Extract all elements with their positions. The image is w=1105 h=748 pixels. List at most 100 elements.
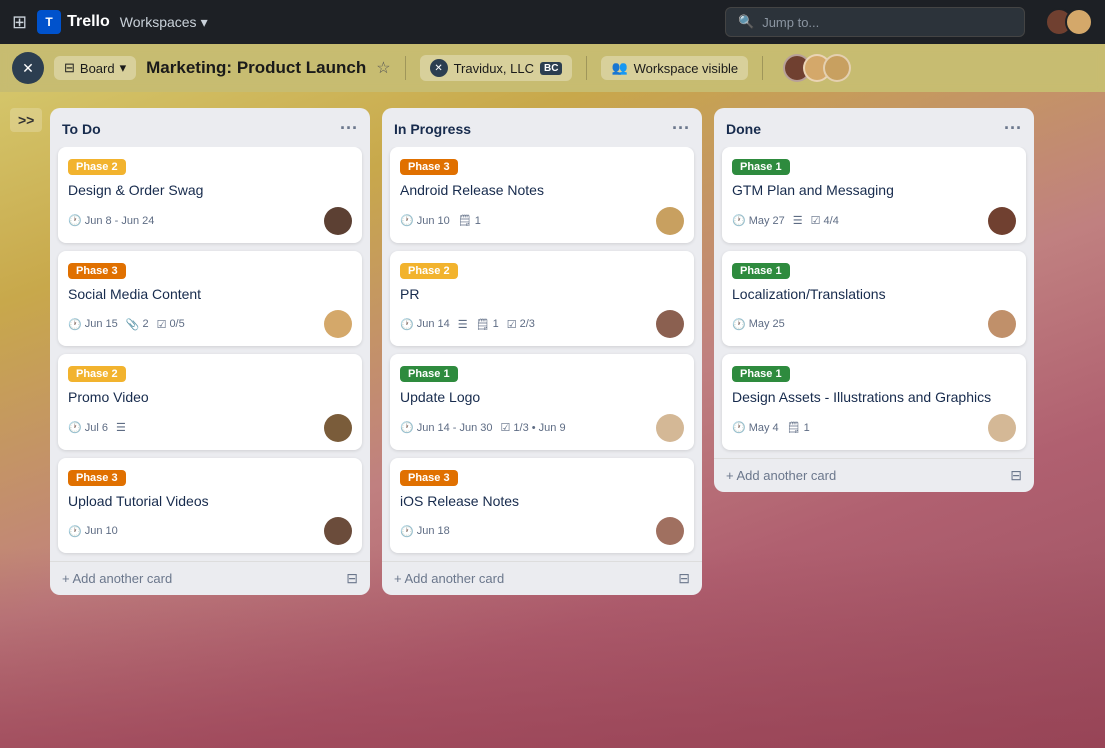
- grid-icon[interactable]: ⊞: [12, 12, 27, 33]
- card-avatar-todo-1[interactable]: [324, 310, 352, 338]
- card-title-todo-3: Upload Tutorial Videos: [68, 492, 352, 512]
- card-title-in-progress-2: Update Logo: [400, 388, 684, 408]
- meta-item-in-progress-1-2: 🗒1: [476, 318, 499, 331]
- add-card-button-in-progress[interactable]: + Add another card: [394, 571, 504, 586]
- card-meta-todo-3: 🕐Jun 10: [68, 525, 118, 538]
- meta-icon: 🕐: [68, 214, 82, 227]
- column-header-done: Done···: [714, 108, 1034, 147]
- column-menu-done[interactable]: ···: [1004, 118, 1022, 139]
- meta-icon: 🕐: [732, 318, 746, 331]
- card-avatar-done-0[interactable]: [988, 207, 1016, 235]
- column-body-todo: Phase 2 Design & Order Swag 🕐Jun 8 - Jun 2…: [50, 147, 370, 561]
- add-card-button-done[interactable]: + Add another card: [726, 468, 836, 483]
- search-bar[interactable]: 🔍 Jump to...: [725, 7, 1025, 37]
- meta-item-done-2-1: 🗒1: [787, 421, 810, 434]
- card-todo-3[interactable]: Phase 3Upload Tutorial Videos🕐Jun 10: [58, 458, 362, 554]
- meta-item-in-progress-1-1: ☰: [458, 318, 468, 331]
- add-card-button-todo[interactable]: + Add another card: [62, 571, 172, 586]
- trello-logo[interactable]: T Trello: [37, 10, 110, 34]
- meta-text: Jun 14: [417, 318, 450, 330]
- meta-text: 1: [804, 422, 810, 434]
- card-bottom-todo-1: 🕐Jun 15📎2☑0/5: [68, 310, 352, 338]
- meta-icon: 🕐: [68, 525, 82, 538]
- card-avatar-in-progress-3[interactable]: [656, 517, 684, 545]
- card-todo-0[interactable]: Phase 2Design & Order Swag🕐Jun 8 - Jun 2…: [58, 147, 362, 243]
- meta-icon: 🕐: [400, 318, 414, 331]
- card-avatar-todo-3[interactable]: [324, 517, 352, 545]
- meta-icon: 🕐: [732, 421, 746, 434]
- card-todo-2[interactable]: Phase 2Promo Video🕐Jul 6☰: [58, 354, 362, 450]
- top-nav: ⊞ T Trello Workspaces ▾ 🔍 Jump to...: [0, 0, 1105, 44]
- card-avatar-in-progress-0[interactable]: [656, 207, 684, 235]
- column-done: Done···Phase 1GTM Plan and Messaging🕐May…: [714, 108, 1034, 492]
- card-avatar-in-progress-1[interactable]: [656, 310, 684, 338]
- meta-icon: 🕐: [400, 214, 414, 227]
- visibility-label: Workspace visible: [634, 61, 739, 76]
- meta-icon: ☑: [811, 214, 821, 227]
- visibility-icon: 👥: [611, 60, 627, 76]
- nav-right: [1045, 8, 1093, 36]
- card-bottom-in-progress-3: 🕐Jun 18: [400, 517, 684, 545]
- board-canvas: To Do ··· Phase 2 Design & Order Swag 🕐Jun 8…: [0, 92, 1105, 748]
- card-title-todo-0: Design & Order Swag: [68, 181, 352, 201]
- card-badge-done-0: Phase 1: [732, 159, 790, 175]
- meta-text: Jul 6: [85, 422, 108, 434]
- card-title-done-0: GTM Plan and Messaging: [732, 181, 1016, 201]
- column-menu-todo[interactable]: ···: [340, 118, 358, 139]
- card-title-in-progress-0: Android Release Notes: [400, 181, 684, 201]
- view-switcher[interactable]: ⊟ Board ▾: [54, 56, 136, 80]
- card-in-progress-1[interactable]: Phase 2PR🕐Jun 14☰🗒1☑2/3: [390, 251, 694, 347]
- card-badge-todo-2: Phase 2: [68, 366, 126, 382]
- template-icon-done[interactable]: ⊟: [1010, 467, 1022, 484]
- column-menu-in-progress[interactable]: ···: [672, 118, 690, 139]
- card-bottom-todo-0: 🕐Jun 8 - Jun 24: [68, 207, 352, 235]
- meta-item-done-0-2: ☑4/4: [811, 214, 839, 227]
- card-in-progress-2[interactable]: Phase 1Update Logo🕐Jun 14 - Jun 30☑1/3 •…: [390, 354, 694, 450]
- card-done-0[interactable]: Phase 1GTM Plan and Messaging🕐May 27☰☑4/…: [722, 147, 1026, 243]
- meta-text: May 4: [749, 422, 779, 434]
- member-avatar-3[interactable]: [823, 54, 851, 82]
- column-in-progress: In Progress···Phase 3Android Release Not…: [382, 108, 702, 595]
- card-meta-done-0: 🕐May 27☰☑4/4: [732, 214, 839, 227]
- back-button[interactable]: ✕: [12, 52, 44, 84]
- card-avatar-todo-0[interactable]: [324, 207, 352, 235]
- meta-text: Jun 18: [417, 525, 450, 537]
- column-footer-todo[interactable]: + Add another card ⊟: [50, 561, 370, 595]
- meta-item-todo-1-1: 📎2: [126, 318, 149, 331]
- card-bottom-done-1: 🕐May 25: [732, 310, 1016, 338]
- visibility-button[interactable]: 👥 Workspace visible: [601, 56, 748, 80]
- card-avatar-todo-2[interactable]: [324, 414, 352, 442]
- card-todo-1[interactable]: Phase 3Social Media Content🕐Jun 15📎2☑0/5: [58, 251, 362, 347]
- column-footer-done[interactable]: + Add another card ⊟: [714, 458, 1034, 492]
- card-done-2[interactable]: Phase 1Design Assets - Illustrations and…: [722, 354, 1026, 450]
- card-done-1[interactable]: Phase 1Localization/Translations🕐May 25: [722, 251, 1026, 347]
- template-icon-in-progress[interactable]: ⊟: [678, 570, 690, 587]
- star-icon[interactable]: ☆: [376, 58, 390, 78]
- meta-item-in-progress-3-0: 🕐Jun 18: [400, 525, 450, 538]
- meta-item-done-2-0: 🕐May 4: [732, 421, 779, 434]
- card-meta-done-1: 🕐May 25: [732, 318, 785, 331]
- card-meta-in-progress-2: 🕐Jun 14 - Jun 30☑1/3 • Jun 9: [400, 421, 566, 434]
- template-icon-todo[interactable]: ⊟: [346, 570, 358, 587]
- column-title-todo: To Do: [62, 121, 101, 137]
- card-in-progress-0[interactable]: Phase 3Android Release Notes🕐Jun 10🗒1: [390, 147, 694, 243]
- meta-text: Jun 14 - Jun 30: [417, 422, 493, 434]
- card-in-progress-3[interactable]: Phase 3iOS Release Notes🕐Jun 18: [390, 458, 694, 554]
- card-avatar-in-progress-2[interactable]: [656, 414, 684, 442]
- meta-item-todo-1-2: ☑0/5: [157, 318, 185, 331]
- card-meta-in-progress-3: 🕐Jun 18: [400, 525, 450, 538]
- workspaces-label: Workspaces: [120, 14, 197, 30]
- card-avatar-done-2[interactable]: [988, 414, 1016, 442]
- card-bottom-todo-3: 🕐Jun 10: [68, 517, 352, 545]
- workspaces-menu[interactable]: Workspaces ▾: [120, 14, 208, 31]
- card-avatar-done-1[interactable]: [988, 310, 1016, 338]
- workspace-name: Travidux, LLC: [454, 61, 534, 76]
- workspace-button[interactable]: ✕ Travidux, LLC BC: [420, 55, 573, 81]
- meta-text: 2: [142, 318, 148, 330]
- nav-avatar-2[interactable]: [1065, 8, 1093, 36]
- column-footer-in-progress[interactable]: + Add another card ⊟: [382, 561, 702, 595]
- board-title: Marketing: Product Launch: [146, 58, 366, 78]
- meta-item-done-0-1: ☰: [793, 214, 803, 227]
- card-meta-in-progress-0: 🕐Jun 10🗒1: [400, 214, 481, 227]
- meta-icon: ☑: [501, 421, 511, 434]
